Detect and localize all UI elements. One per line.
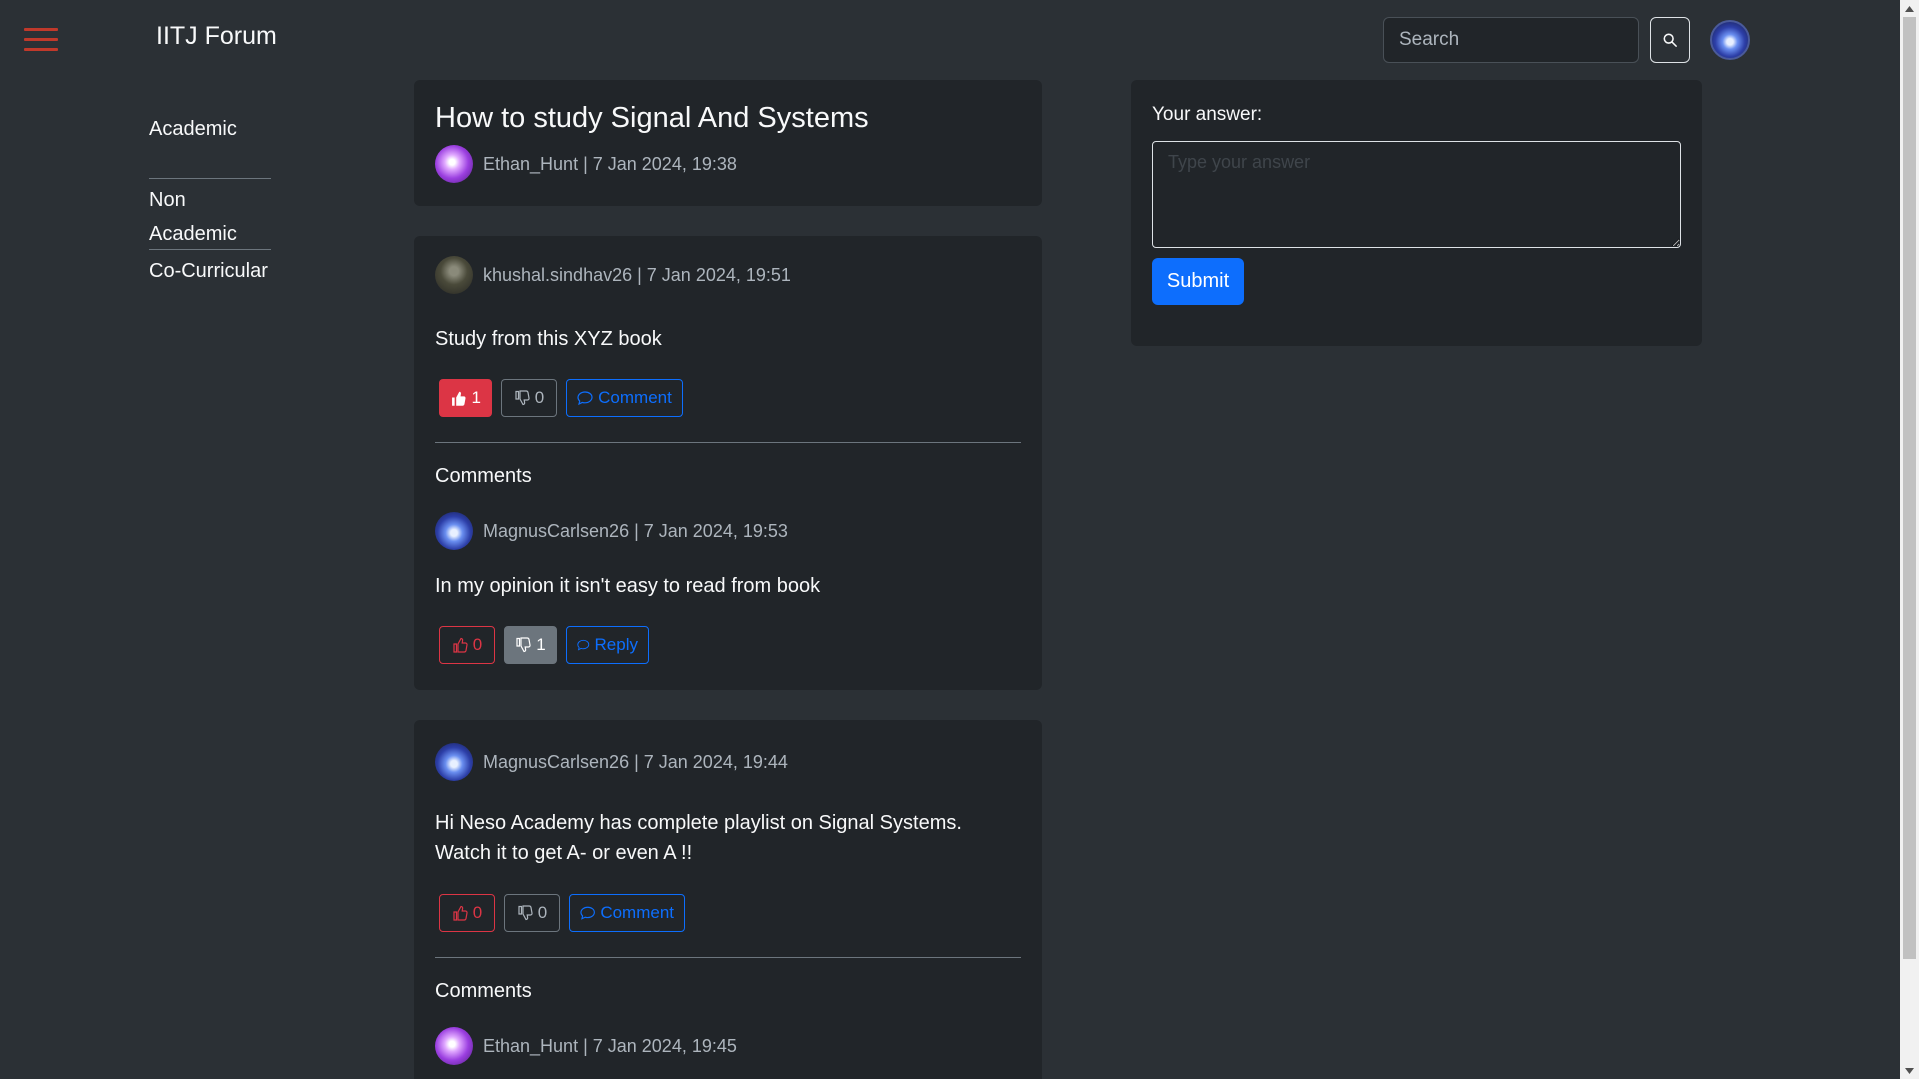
sidebar-item-non-academic[interactable]: Non Academic <box>149 179 271 250</box>
comment-meta-text: MagnusCarlsen26 | 7 Jan 2024, 19:53 <box>483 520 788 541</box>
thumbs-down-icon <box>518 905 533 921</box>
comment-meta: MagnusCarlsen26 | 7 Jan 2024, 19:53 <box>435 512 788 550</box>
thumbs-up-icon <box>452 391 466 406</box>
brand-title[interactable]: IITJ Forum <box>156 22 277 51</box>
thumbs-up-icon <box>453 637 468 653</box>
comments-heading: Comments <box>435 980 532 1002</box>
sidebar-item-academic[interactable]: Academic <box>149 108 271 179</box>
answer-form: Your answer: Submit <box>1131 80 1702 346</box>
reply-button[interactable]: Reply <box>566 626 649 664</box>
comment-meta-text: Ethan_Hunt | 7 Jan 2024, 19:45 <box>483 1035 737 1056</box>
dislike-button[interactable]: 0 <box>501 379 557 417</box>
question-title: How to study Signal And Systems <box>435 102 869 134</box>
sidebar-item-co-curricular[interactable]: Co-Curricular <box>149 250 271 321</box>
scroll-up-arrow-icon[interactable] <box>1900 0 1919 17</box>
comments-heading: Comments <box>435 465 532 487</box>
answer-actions: 0 0 Comment <box>439 894 685 932</box>
comment-meta: Ethan_Hunt | 7 Jan 2024, 19:45 <box>435 1027 737 1065</box>
thumbs-down-icon <box>515 390 530 406</box>
divider <box>435 957 1021 958</box>
question-meta: Ethan_Hunt | 7 Jan 2024, 19:38 <box>435 145 737 183</box>
answer-actions: 1 0 Comment <box>439 379 683 417</box>
answer-meta-text: khushal.sindhav26 | 7 Jan 2024, 19:51 <box>483 264 791 285</box>
like-button[interactable]: 0 <box>439 626 495 664</box>
answer-card: MagnusCarlsen26 | 7 Jan 2024, 19:44 Hi N… <box>414 720 1042 1079</box>
dislike-count: 1 <box>536 635 546 654</box>
hamburger-menu-icon[interactable] <box>24 28 58 52</box>
divider <box>435 442 1021 443</box>
answer-text: Study from this XYZ book <box>435 328 662 350</box>
question-card: How to study Signal And Systems Ethan_Hu… <box>414 80 1042 206</box>
dislike-count: 0 <box>537 903 548 922</box>
sidebar: Academic Non Academic Co-Curricular <box>149 108 271 321</box>
like-count: 0 <box>472 635 483 654</box>
comment-button[interactable]: Comment <box>566 379 683 417</box>
like-count: 1 <box>471 388 481 407</box>
search-button[interactable] <box>1650 17 1690 63</box>
scrollbar[interactable] <box>1900 0 1919 1079</box>
answer-text: Hi Neso Academy has complete playlist on… <box>435 812 962 864</box>
like-button[interactable]: 1 <box>439 379 492 417</box>
thumbs-up-icon <box>453 905 468 921</box>
scrollbar-thumb[interactable] <box>1903 17 1916 959</box>
comment-label: Comment <box>600 903 674 922</box>
avatar <box>435 145 473 183</box>
like-count: 0 <box>472 903 483 922</box>
dislike-count: 0 <box>534 388 545 407</box>
comment-text: In my opinion it isn't easy to read from… <box>435 575 821 597</box>
submit-button[interactable]: Submit <box>1152 258 1244 305</box>
answer-label: Your answer: <box>1152 104 1263 125</box>
answer-meta-text: MagnusCarlsen26 | 7 Jan 2024, 19:44 <box>483 751 788 772</box>
comment-actions: 0 1 Reply <box>439 626 649 664</box>
chat-icon <box>577 391 593 406</box>
chat-icon <box>577 639 590 651</box>
dislike-button[interactable]: 0 <box>504 894 560 932</box>
answer-meta: khushal.sindhav26 | 7 Jan 2024, 19:51 <box>435 256 791 294</box>
user-avatar[interactable] <box>1710 20 1750 60</box>
chat-icon <box>580 906 595 920</box>
answer-card: khushal.sindhav26 | 7 Jan 2024, 19:51 St… <box>414 236 1042 690</box>
question-meta-text: Ethan_Hunt | 7 Jan 2024, 19:38 <box>483 153 737 174</box>
avatar <box>435 512 473 550</box>
scroll-down-arrow-icon[interactable] <box>1900 1062 1919 1079</box>
comment-label: Comment <box>598 388 672 407</box>
search-input[interactable] <box>1383 17 1639 63</box>
avatar <box>435 256 473 294</box>
comment-button[interactable]: Comment <box>569 894 685 932</box>
thumbs-down-icon <box>516 637 531 653</box>
answer-meta: MagnusCarlsen26 | 7 Jan 2024, 19:44 <box>435 743 788 781</box>
search-icon <box>1663 33 1677 47</box>
avatar <box>435 743 473 781</box>
avatar <box>435 1027 473 1065</box>
answer-textarea[interactable] <box>1152 141 1681 248</box>
dislike-button[interactable]: 1 <box>504 626 557 664</box>
reply-label: Reply <box>594 635 638 654</box>
like-button[interactable]: 0 <box>439 894 495 932</box>
